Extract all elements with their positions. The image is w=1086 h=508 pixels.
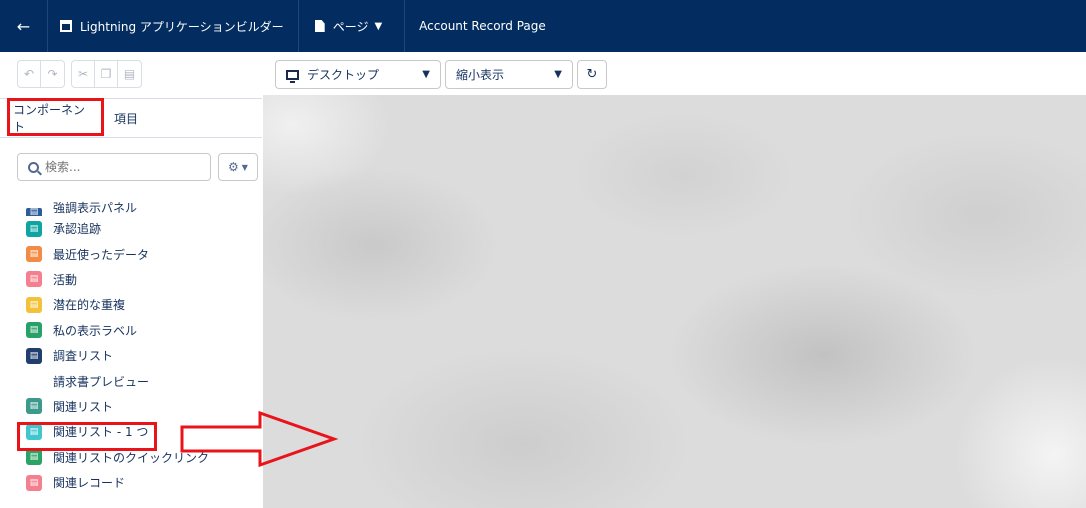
- blank-icon: [26, 373, 42, 389]
- component-label: 活動: [53, 272, 78, 287]
- duplicate-icon: ▤: [26, 296, 42, 313]
- annotation-highlight-tab: [7, 98, 104, 136]
- search-input[interactable]: [45, 160, 195, 174]
- redo-icon[interactable]: ↷: [41, 61, 64, 87]
- dropdown-icon: ▼: [422, 69, 430, 80]
- back-button[interactable]: ←: [0, 0, 48, 52]
- clipboard-group: ✂ ❐ ▤: [71, 60, 142, 88]
- dropdown-icon: ▼: [554, 69, 562, 80]
- annotation-highlight-item: [17, 422, 157, 451]
- app-name-menu[interactable]: Lightning アプリケーションビルダー: [48, 0, 299, 52]
- component-item[interactable]: 請求書プレビュー: [26, 368, 262, 393]
- chevron-down-icon: ▼: [374, 20, 383, 32]
- component-item[interactable]: ▤ 関連レコード: [26, 470, 262, 495]
- related-record-icon: ▤: [26, 474, 42, 491]
- component-label: 関連リスト: [53, 399, 114, 414]
- component-item[interactable]: ▤ 最近使ったデータ: [26, 241, 262, 266]
- tab-fields[interactable]: 項目: [102, 98, 150, 138]
- annotation-arrow: [180, 411, 339, 467]
- component-item[interactable]: ▤ 私の表示ラベル: [26, 318, 262, 343]
- component-search[interactable]: [17, 153, 211, 181]
- component-label: 関連レコード: [53, 476, 126, 491]
- refresh-icon: ↻: [586, 67, 598, 82]
- view-toolbar: デスクトップ ▼ 縮小表示 ▼ ↻: [275, 60, 607, 89]
- chevron-down-icon: ▼: [241, 162, 248, 172]
- component-label: 私の表示ラベル: [53, 323, 138, 338]
- paste-icon[interactable]: ▤: [118, 61, 141, 87]
- page-menu-label: ページ: [332, 19, 369, 34]
- refresh-button[interactable]: ↻: [577, 60, 607, 89]
- app-name-label: Lightning アプリケーションビルダー: [80, 19, 284, 34]
- related-list-quicklinks-icon: ▤: [26, 449, 42, 466]
- clock-icon: ▤: [26, 246, 42, 263]
- page-canvas-blurred: [263, 95, 1086, 508]
- approval-icon: ▤: [26, 220, 42, 237]
- highlights-panel-icon: ▤: [26, 207, 42, 216]
- component-label: 最近使ったデータ: [53, 247, 150, 262]
- device-selected-label: デスクトップ: [307, 68, 380, 82]
- copy-icon[interactable]: ❐: [95, 61, 118, 87]
- page-icon: [314, 20, 325, 32]
- activity-icon: ▤: [26, 271, 42, 288]
- component-label: 請求書プレビュー: [53, 374, 150, 389]
- related-list-icon: ▤: [26, 398, 42, 415]
- arrow-left-icon: ←: [16, 16, 31, 36]
- tag-icon: ▤: [26, 322, 42, 339]
- undo-redo-group: ↶ ↷: [17, 60, 65, 88]
- search-icon: [28, 161, 39, 173]
- component-item[interactable]: ▤ 潜在的な重複: [26, 292, 262, 317]
- page-menu-button[interactable]: ページ ▼: [299, 0, 406, 52]
- component-label: 承認追跡: [53, 222, 102, 237]
- component-label: 強調表示パネル: [53, 201, 138, 215]
- app-builder-icon: [60, 20, 72, 32]
- edit-toolbar: ↶ ↷ ✂ ❐ ▤: [17, 60, 142, 88]
- zoom-select[interactable]: 縮小表示 ▼: [445, 60, 573, 89]
- device-select[interactable]: デスクトップ ▼: [275, 60, 441, 89]
- app-header: ← Lightning アプリケーションビルダー ページ ▼ Account R…: [0, 0, 1086, 52]
- record-page-name: Account Record Page: [419, 19, 546, 33]
- component-label: 調査リスト: [53, 349, 114, 364]
- cut-icon[interactable]: ✂: [72, 61, 95, 87]
- component-item[interactable]: ▤ 活動: [26, 267, 262, 292]
- settings-menu-button[interactable]: ⚙ ▼: [218, 153, 258, 181]
- component-item[interactable]: ▤ 強調表示パネル: [26, 201, 262, 216]
- desktop-icon: [286, 69, 299, 83]
- gear-icon: ⚙: [228, 160, 239, 174]
- component-item[interactable]: ▤ 承認追跡: [26, 216, 262, 241]
- undo-icon[interactable]: ↶: [18, 61, 41, 87]
- component-item[interactable]: ▤ 調査リスト: [26, 343, 262, 368]
- zoom-selected-label: 縮小表示: [456, 68, 505, 82]
- arrow-shape: [180, 411, 339, 467]
- component-label: 潜在的な重複: [53, 298, 126, 313]
- survey-icon: ▤: [26, 347, 42, 364]
